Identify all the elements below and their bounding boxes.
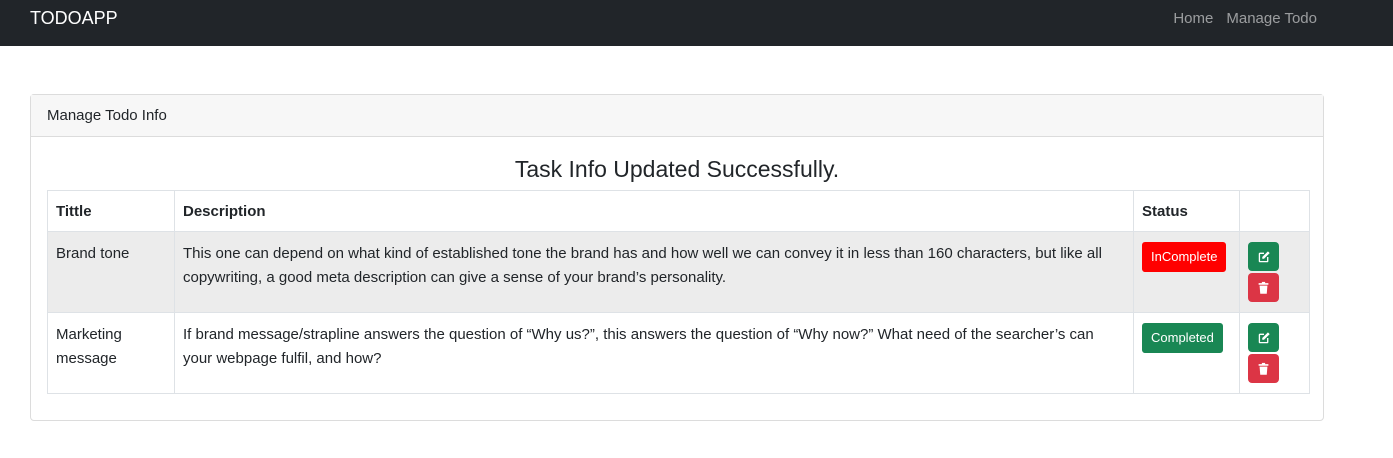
task-actions-cell (1239, 231, 1310, 313)
task-title: Marketing message (47, 312, 175, 394)
nav-home-link[interactable]: Home (1173, 10, 1213, 27)
column-header-status: Status (1133, 190, 1240, 232)
manage-todo-card: Manage Todo Info Task Info Updated Succe… (30, 94, 1324, 421)
delete-button[interactable] (1248, 273, 1279, 302)
trash-icon (1258, 362, 1269, 375)
table-row: Marketing message If brand message/strap… (47, 312, 1310, 394)
delete-button[interactable] (1248, 354, 1279, 383)
task-description: If brand message/strapline answers the q… (174, 312, 1134, 394)
task-title: Brand tone (47, 231, 175, 313)
card-header: Manage Todo Info (31, 95, 1323, 137)
edit-icon (1258, 250, 1270, 262)
trash-icon (1258, 281, 1269, 294)
edit-button[interactable] (1248, 323, 1279, 352)
actions (1248, 323, 1301, 383)
edit-icon (1258, 331, 1270, 343)
card-body: Task Info Updated Successfully. Tittle D… (31, 137, 1323, 394)
nav-links: Home Manage Todo (1173, 10, 1317, 27)
actions (1248, 242, 1301, 302)
column-header-title: Tittle (47, 190, 175, 232)
column-header-actions (1239, 190, 1310, 232)
table-row: Brand tone This one can depend on what k… (47, 231, 1310, 313)
table-header-row: Tittle Description Status (47, 190, 1310, 232)
nav-manage-todo-link[interactable]: Manage Todo (1226, 10, 1317, 27)
navbar: TODOAPP Home Manage Todo (0, 0, 1393, 46)
task-status-cell: Completed (1133, 312, 1240, 394)
task-description: This one can depend on what kind of esta… (174, 231, 1134, 313)
brand-logo[interactable]: TODOAPP (30, 8, 118, 29)
todo-table: Tittle Description Status Brand tone Thi… (47, 190, 1310, 394)
edit-button[interactable] (1248, 242, 1279, 271)
task-actions-cell (1239, 312, 1310, 394)
success-message: Task Info Updated Successfully. (514, 156, 840, 182)
column-header-description: Description (174, 190, 1134, 232)
status-badge-completed[interactable]: Completed (1142, 323, 1223, 353)
task-status-cell: InComplete (1133, 231, 1240, 313)
status-badge-incomplete[interactable]: InComplete (1142, 242, 1227, 272)
